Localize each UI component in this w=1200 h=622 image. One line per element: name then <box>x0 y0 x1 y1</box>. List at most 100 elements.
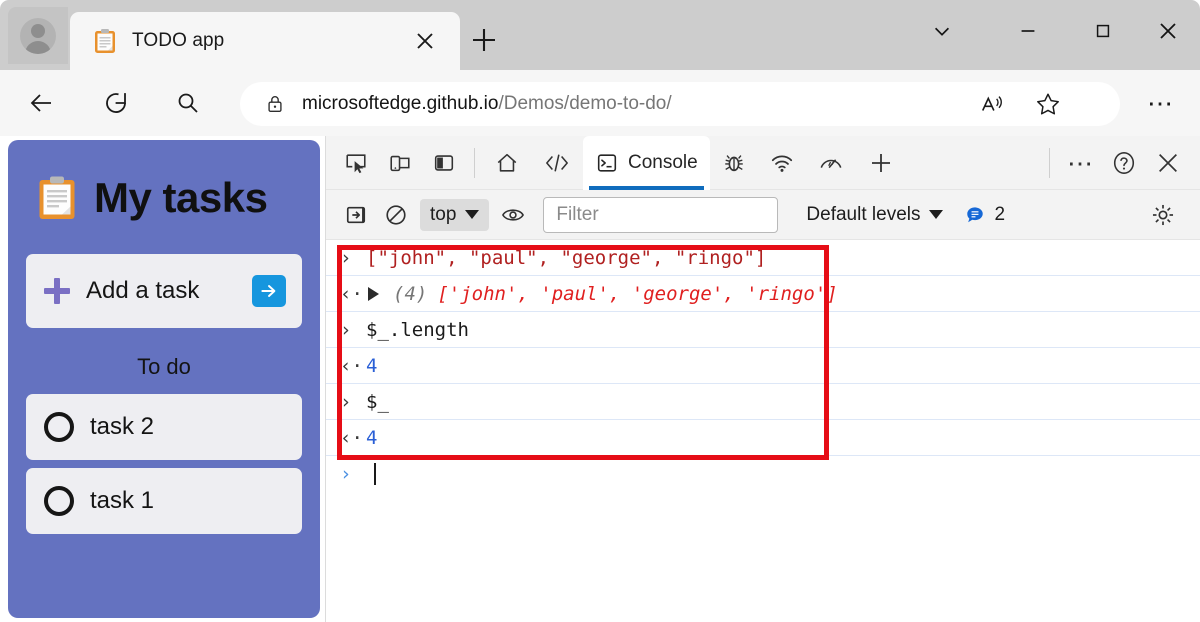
console-context-label: top <box>430 203 457 225</box>
console-input-text: $_.length <box>366 318 469 341</box>
console-row-output[interactable]: ‹· (4) ['john', 'paul', 'george', 'ringo… <box>326 276 1200 312</box>
console-prompt-marker: › <box>340 463 352 485</box>
console-toolbar: top Filter Default levels 2 <box>326 190 1200 240</box>
inspect-element-icon[interactable] <box>334 143 378 183</box>
chevron-down-icon <box>929 210 944 219</box>
address-bar[interactable]: microsoftedge.github.io/Demos/demo-to-do… <box>240 82 1120 126</box>
home-icon <box>497 153 517 172</box>
page-content: My tasks Add a task To do task 2 task 1 … <box>0 135 1200 622</box>
add-task-submit-button[interactable] <box>252 275 286 307</box>
console-output-marker: ‹· <box>340 426 363 449</box>
arrow-right-icon <box>261 285 276 297</box>
tab-title: TODO app <box>132 30 225 51</box>
page-title: My tasks <box>94 174 268 221</box>
console-row-input[interactable]: › $_.length <box>326 312 1200 348</box>
list-item[interactable]: task 2 <box>26 394 302 460</box>
reload-button[interactable] <box>96 83 136 123</box>
console-row-output[interactable]: ‹· 4 <box>326 420 1200 456</box>
profile-button[interactable] <box>8 7 68 64</box>
console-icon <box>597 153 617 172</box>
minimize-button[interactable] <box>1000 8 1056 54</box>
back-button[interactable] <box>22 83 62 123</box>
device-emulation-icon[interactable] <box>378 143 422 183</box>
console-output-text: 4 <box>366 426 378 449</box>
expand-triangle-icon[interactable] <box>368 286 379 301</box>
console-output-text: ['john', 'paul', 'george', 'ringo'] <box>437 282 838 305</box>
add-task-placeholder: Add a task <box>86 277 200 304</box>
tab-elements[interactable] <box>531 136 583 190</box>
minimize-icon <box>1021 30 1035 32</box>
browser-toolbar: microsoftedge.github.io/Demos/demo-to-do… <box>0 70 1200 136</box>
maximize-icon <box>1096 24 1110 38</box>
tab-console[interactable]: Console <box>583 135 710 190</box>
chevron-down-icon <box>465 210 480 219</box>
more-tools-icon[interactable]: ⋯ <box>1058 143 1102 183</box>
console-levels-label: Default levels <box>806 203 921 225</box>
console-context-selector[interactable]: top <box>420 198 490 231</box>
lock-icon <box>264 93 286 115</box>
tab-console-label: Console <box>628 151 698 173</box>
todo-list: task 2 task 1 <box>26 394 302 534</box>
close-icon[interactable] <box>414 30 436 52</box>
close-devtools-icon[interactable] <box>1146 143 1190 183</box>
tab-debugger[interactable] <box>710 136 758 190</box>
add-task-input[interactable]: Add a task <box>26 254 302 328</box>
help-icon[interactable] <box>1102 143 1146 183</box>
address-text: microsoftedge.github.io/Demos/demo-to-do… <box>302 93 672 115</box>
plus-icon <box>473 29 495 51</box>
tab-strip: TODO app <box>0 0 1200 70</box>
network-icon <box>771 155 792 172</box>
read-aloud-icon[interactable] <box>976 88 1008 120</box>
plus-icon <box>44 278 70 304</box>
live-expression-icon[interactable] <box>493 198 533 232</box>
plus-icon <box>871 153 890 172</box>
console-output-marker: ‹· <box>340 282 363 305</box>
tab-add-panel[interactable] <box>856 136 906 190</box>
list-item[interactable]: task 1 <box>26 468 302 534</box>
account-avatar-icon <box>20 17 56 54</box>
browser-window: TODO app microsoftedge.github.io/Demos/d… <box>0 0 1200 622</box>
console-filter-input[interactable]: Filter <box>543 196 779 233</box>
console-message-count[interactable]: 2 <box>965 204 1005 226</box>
circle-unchecked-icon[interactable] <box>44 486 74 516</box>
console-input-marker: › <box>340 318 352 341</box>
console-row-output[interactable]: ‹· 4 <box>326 348 1200 384</box>
back-arrow-icon <box>30 94 51 112</box>
console-input-marker: › <box>340 246 352 269</box>
browser-tab[interactable]: TODO app <box>70 12 460 70</box>
search-icon <box>178 93 198 113</box>
maximize-button[interactable] <box>1075 8 1131 54</box>
console-log[interactable]: › ["john", "paul", "george", "ringo"] ‹·… <box>326 240 1200 622</box>
browser-more-button[interactable]: ⋯ <box>1142 85 1178 121</box>
console-levels-dropdown[interactable]: Default levels <box>806 203 944 226</box>
console-filter-placeholder: Filter <box>556 203 599 225</box>
clear-console-icon[interactable] <box>376 198 416 232</box>
performance-icon <box>820 158 842 168</box>
console-row-input[interactable]: › ["john", "paul", "george", "ringo"] <box>326 240 1200 276</box>
todo-section-title: To do <box>137 354 191 379</box>
url-path: /Demos/demo-to-do/ <box>498 93 672 114</box>
console-prompt-row[interactable]: › <box>326 456 1200 492</box>
gear-icon[interactable] <box>1146 198 1180 232</box>
todo-header: My tasks <box>38 174 320 222</box>
search-button[interactable] <box>168 83 208 123</box>
tab-performance[interactable] <box>806 136 856 190</box>
close-icon <box>1160 23 1176 39</box>
tab-search-button[interactable] <box>914 8 970 54</box>
tab-home[interactable] <box>483 136 531 190</box>
clipboard-icon <box>38 175 76 221</box>
dock-side-icon[interactable] <box>422 143 466 183</box>
tab-network[interactable] <box>758 136 806 190</box>
console-sidebar-icon[interactable] <box>336 198 376 232</box>
star-icon[interactable] <box>1032 88 1064 120</box>
console-output-text: 4 <box>366 354 378 377</box>
circle-unchecked-icon[interactable] <box>44 412 74 442</box>
new-tab-button[interactable] <box>468 24 500 56</box>
divider <box>1049 147 1050 178</box>
console-output-marker: ‹· <box>340 354 363 377</box>
console-input-marker: › <box>340 390 352 413</box>
close-window-button[interactable] <box>1140 8 1196 54</box>
console-input-text: ["john", "paul", "george", "ringo"] <box>366 246 767 269</box>
console-row-input[interactable]: › $_ <box>326 384 1200 420</box>
devtools-panel: Console ⋯ top Filter Default levels 2 › … <box>325 135 1200 622</box>
